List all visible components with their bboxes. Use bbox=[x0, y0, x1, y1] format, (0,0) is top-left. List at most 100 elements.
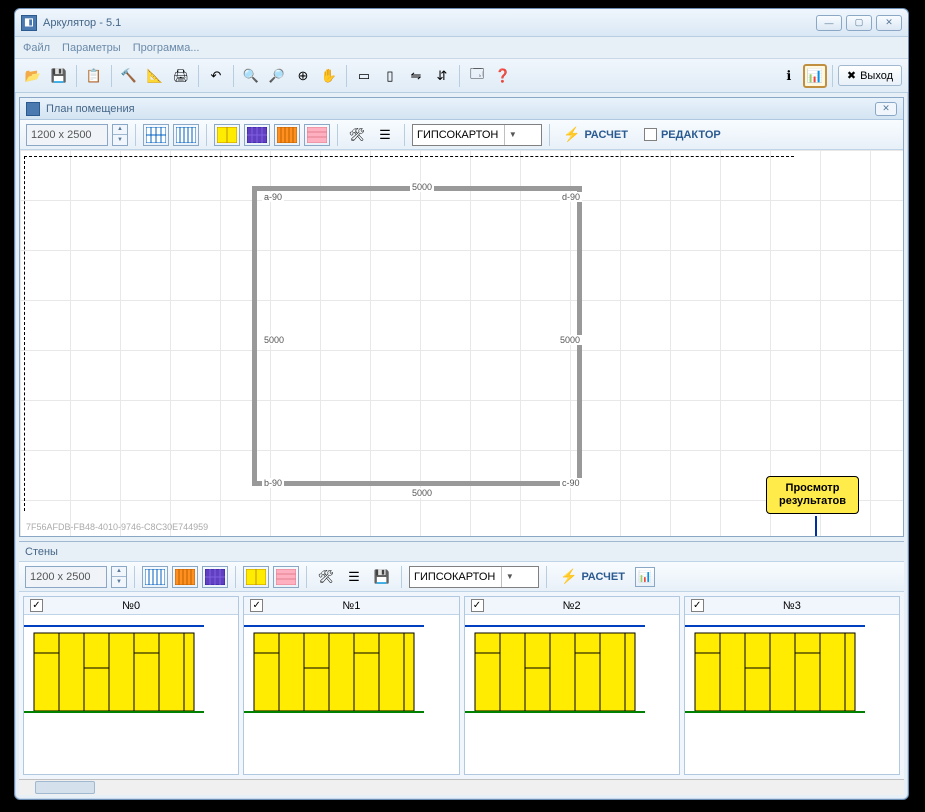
wall-panel-2: ✓ №2 bbox=[464, 596, 680, 775]
main-toolbar: 📂 💾 📋 🔨 📐 🖨 ↶ 🔍 🔎 ⊕ ✋ ▭ ▯ ⇋ ⇵ 🗔 ❓ ℹ 📊 ✖ … bbox=[15, 59, 908, 93]
flip-h-icon[interactable]: ⇋ bbox=[404, 64, 428, 88]
wall-canvas-1[interactable] bbox=[244, 615, 458, 774]
pattern-grid-blue[interactable] bbox=[143, 124, 169, 146]
wall-label-1: №1 bbox=[342, 600, 360, 612]
app-icon: ◧ bbox=[21, 15, 37, 31]
list-icon[interactable]: ☰ bbox=[373, 123, 397, 147]
walls-pattern-yellow[interactable] bbox=[243, 566, 269, 588]
wall-checkbox-3[interactable]: ✓ bbox=[691, 599, 704, 612]
room-rectangle[interactable] bbox=[252, 186, 582, 486]
exit-label: Выход bbox=[860, 70, 893, 82]
corner-b: b-90 bbox=[262, 478, 284, 488]
exit-button[interactable]: ✖ Выход bbox=[838, 65, 902, 86]
plan-close-button[interactable]: ✕ bbox=[875, 102, 897, 116]
pan-icon[interactable]: ✋ bbox=[317, 64, 341, 88]
open-icon[interactable]: 📂 bbox=[21, 64, 45, 88]
chevron-down-icon: ▼ bbox=[501, 567, 517, 587]
walls-title: Стены bbox=[25, 546, 58, 558]
dim-right: 5000 bbox=[558, 335, 582, 345]
walls-material-dropdown[interactable]: ГИПСОКАРТОН ▼ bbox=[409, 566, 539, 588]
print-icon[interactable]: 🖨 bbox=[169, 64, 193, 88]
walls-header: Стены bbox=[19, 542, 904, 562]
hammer-icon[interactable]: 🔨 bbox=[117, 64, 141, 88]
zoom-in-icon[interactable]: 🔍 bbox=[239, 64, 263, 88]
editor-checkbox[interactable] bbox=[644, 128, 657, 141]
corner-a: a-90 bbox=[262, 192, 284, 202]
pattern-pink[interactable] bbox=[304, 124, 330, 146]
wall-canvas-0[interactable] bbox=[24, 615, 238, 774]
pattern-stripes-blue[interactable] bbox=[173, 124, 199, 146]
menu-program[interactable]: Программа... bbox=[133, 42, 200, 54]
results-button[interactable]: 📊 bbox=[635, 567, 655, 587]
wall-checkbox-2[interactable]: ✓ bbox=[471, 599, 484, 612]
walls-grid: ✓ №0 bbox=[19, 592, 904, 779]
plan-dim-input[interactable] bbox=[26, 124, 108, 146]
wall-checkbox-1[interactable]: ✓ bbox=[250, 599, 263, 612]
tooltip-line2: результатов bbox=[779, 495, 846, 508]
walls-pattern-pink[interactable] bbox=[273, 566, 299, 588]
tools-icon[interactable]: 🛠 bbox=[345, 123, 369, 147]
pattern-orange[interactable] bbox=[274, 124, 300, 146]
stepper-up-icon[interactable]: ▲ bbox=[112, 567, 126, 578]
maximize-button[interactable]: ▢ bbox=[846, 15, 872, 31]
wall-label-2: №2 bbox=[563, 600, 581, 612]
pattern-yellow[interactable] bbox=[214, 124, 240, 146]
plan-toolbar: ▲ ▼ bbox=[20, 120, 903, 150]
walls-calc-button[interactable]: ⚡ РАСЧЕТ bbox=[554, 566, 631, 588]
dim-top: 5000 bbox=[410, 182, 434, 192]
zoom-out-icon[interactable]: 🔎 bbox=[265, 64, 289, 88]
wall-svg-3 bbox=[685, 623, 865, 723]
corner-d: d-90 bbox=[560, 192, 582, 202]
walls-list-icon[interactable]: ☰ bbox=[342, 565, 366, 589]
fit-icon[interactable]: ⊕ bbox=[291, 64, 315, 88]
plan-icon bbox=[26, 102, 40, 116]
plan-canvas[interactable]: 5000 5000 5000 5000 a-90 d-90 b-90 c-90 … bbox=[20, 150, 903, 536]
help-icon[interactable]: ❓ bbox=[491, 64, 515, 88]
walls-tools-icon[interactable]: 🛠 bbox=[314, 565, 338, 589]
walls-calc-label: РАСЧЕТ bbox=[581, 571, 625, 583]
info-icon[interactable]: ℹ bbox=[777, 64, 801, 88]
walls-pattern-orange[interactable] bbox=[172, 566, 198, 588]
wall-panel-0: ✓ №0 bbox=[23, 596, 239, 775]
wall-canvas-2[interactable] bbox=[465, 615, 679, 774]
ruler-icon[interactable]: 📐 bbox=[143, 64, 167, 88]
flip-v-icon[interactable]: ⇵ bbox=[430, 64, 454, 88]
walls-dim-stepper[interactable]: ▲ ▼ bbox=[111, 566, 127, 588]
window-icon[interactable]: 🗔 bbox=[465, 64, 489, 88]
scrollbar-thumb[interactable] bbox=[35, 781, 95, 794]
tooltip-line1: Просмотр bbox=[779, 482, 846, 495]
plan-titlebar: План помещения ✕ bbox=[20, 98, 903, 120]
results-toolbar-icon[interactable]: 📊 bbox=[803, 64, 827, 88]
material-dropdown[interactable]: ГИПСОКАРТОН ▼ bbox=[412, 124, 542, 146]
editor-toggle[interactable]: РЕДАКТОР bbox=[638, 124, 727, 146]
stepper-down-icon[interactable]: ▼ bbox=[112, 577, 126, 587]
walls-pattern-blue[interactable] bbox=[142, 566, 168, 588]
stepper-down-icon[interactable]: ▼ bbox=[113, 135, 127, 145]
wall-canvas-3[interactable] bbox=[685, 615, 899, 774]
minimize-button[interactable]: — bbox=[816, 15, 842, 31]
save-icon[interactable]: 💾 bbox=[47, 64, 71, 88]
walls-save-icon[interactable]: 💾 bbox=[370, 565, 394, 589]
menubar: Файл Параметры Программа... bbox=[15, 37, 908, 59]
rect2-icon[interactable]: ▯ bbox=[378, 64, 402, 88]
plan-dim-stepper[interactable]: ▲ ▼ bbox=[112, 124, 128, 146]
walls-dim-input[interactable] bbox=[25, 566, 107, 588]
editor-label: РЕДАКТОР bbox=[661, 129, 721, 141]
titlebar: ◧ Аркулятор - 5.1 — ▢ ✕ bbox=[15, 9, 908, 37]
rect1-icon[interactable]: ▭ bbox=[352, 64, 376, 88]
dim-bottom: 5000 bbox=[410, 488, 434, 498]
walls-scrollbar[interactable] bbox=[19, 779, 904, 795]
close-button[interactable]: ✕ bbox=[876, 15, 902, 31]
undo-icon[interactable]: ↶ bbox=[204, 64, 228, 88]
main-window: ◧ Аркулятор - 5.1 — ▢ ✕ Файл Параметры П… bbox=[14, 8, 909, 800]
stepper-up-icon[interactable]: ▲ bbox=[113, 125, 127, 136]
tooltip-connector bbox=[815, 516, 817, 536]
pattern-purple[interactable] bbox=[244, 124, 270, 146]
menu-file[interactable]: Файл bbox=[23, 42, 50, 54]
wall-checkbox-0[interactable]: ✓ bbox=[30, 599, 43, 612]
menu-params[interactable]: Параметры bbox=[62, 42, 121, 54]
tool-icon-1[interactable]: 📋 bbox=[82, 64, 106, 88]
walls-pattern-purple[interactable] bbox=[202, 566, 228, 588]
tooltip: Просмотр результатов bbox=[766, 476, 859, 514]
calc-button[interactable]: ⚡ РАСЧЕТ bbox=[557, 124, 634, 146]
